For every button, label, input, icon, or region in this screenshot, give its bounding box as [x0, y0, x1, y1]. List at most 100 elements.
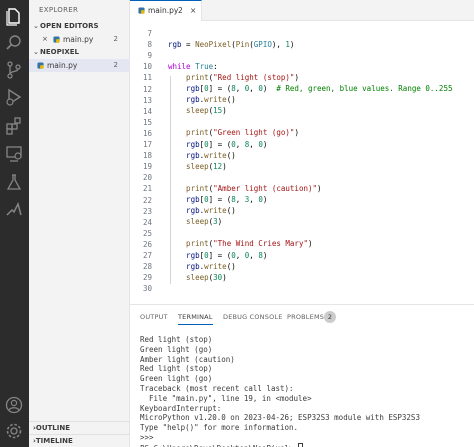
code-token: ) [262, 84, 277, 93]
code-token: rgb [168, 206, 200, 216]
line-number: 26 [142, 239, 152, 249]
account-icon[interactable] [4, 395, 24, 415]
line-number: 29 [142, 273, 152, 283]
outline-section[interactable]: ›OUTLINE [29, 421, 130, 434]
code-token: "Red light (stop)" [213, 72, 295, 82]
code-line[interactable]: print("Red light (stop)") [168, 72, 299, 83]
code-line[interactable]: rgb = NeoPixel(Pin(GPIO), 1) [168, 39, 294, 50]
code-token: rgb [168, 150, 200, 160]
code-token: print [168, 128, 209, 138]
tab-main-py[interactable]: main.py 2 × [130, 0, 202, 21]
line-number: 10 [142, 62, 152, 72]
code-line[interactable]: rgb.write() [168, 205, 236, 216]
extensions-icon[interactable] [4, 116, 24, 136]
code-token: NeoPixel [195, 39, 232, 49]
code-line[interactable]: print("The Wind Cries Mary") [168, 238, 312, 249]
tab-label: main.py [148, 6, 179, 15]
terminal-text: KeyboardInterrupt: [140, 403, 222, 413]
search-icon[interactable] [4, 33, 24, 53]
line-number: 18 [142, 151, 152, 161]
open-editors-section[interactable]: ⌄OPEN EDITORS [29, 20, 130, 33]
code-line[interactable]: sleep(30) [168, 272, 227, 283]
minimap[interactable] [468, 21, 474, 304]
open-editor-item-main-py[interactable]: × main.py 2 [29, 33, 130, 46]
open-editor-filename: main.py [63, 35, 94, 44]
folder-item-main-py[interactable]: main.py 2 [29, 59, 130, 72]
line-number: 16 [142, 128, 152, 138]
code-token: ] = ( [208, 250, 232, 260]
code-editor[interactable]: 7 8 9 10 11 12 13 14 15 16 17 18 19 20 21 22 23 24 25 26 27 2… [130, 21, 474, 304]
code-token: ) [222, 106, 227, 116]
code-token: , [235, 250, 245, 260]
code-token: sleep [168, 217, 209, 227]
code-token: , [249, 195, 259, 204]
code-line[interactable]: rgb[0] = (8, 3, 0) [168, 194, 267, 205]
neopixel-folder-section[interactable]: ⌄NEOPIXEL [29, 46, 130, 59]
terminal-text: Green light (go) [140, 374, 213, 384]
terminal-text: MicroPython v1.20.0 on 2023-04-26; ESP32… [140, 413, 420, 423]
code-token: GPIO [253, 39, 272, 49]
line-number-gutter: 7 8 9 10 11 12 13 14 15 16 17 18 19 20 21 22 23 24 25 26 27 2… [130, 21, 158, 304]
tab-debug-console[interactable]: DEBUG CONSOLE [223, 313, 283, 325]
line-number: 12 [142, 84, 152, 94]
python-icon[interactable] [4, 199, 24, 219]
indent-guide [170, 76, 171, 284]
code-line[interactable]: rgb.write() [168, 150, 236, 161]
code-token: print [168, 183, 209, 193]
outline-label: OUTLINE [35, 424, 71, 432]
code-line[interactable]: rgb.write() [168, 94, 236, 105]
testing-icon[interactable] [4, 172, 24, 192]
editor-tab-bar: main.py 2 × [130, 0, 474, 21]
terminal-text: Type "help()" for more information. [140, 423, 299, 433]
line-number: 14 [142, 106, 152, 116]
code-token: "Green light (go)" [213, 128, 295, 138]
code-token: : [213, 61, 218, 71]
activity-bar [0, 0, 29, 447]
code-token: , [249, 84, 259, 93]
remote-explorer-icon[interactable] [4, 144, 24, 164]
code-token: ) [317, 183, 322, 193]
terminal-text: Traceback (most recent call last): [140, 384, 294, 393]
code-line[interactable]: rgb[0] = (8, 0, 0) # Red, green, blue va… [168, 83, 452, 94]
code-line[interactable]: rgb[0] = (0, 8, 0) [168, 139, 267, 150]
line-number: 15 [142, 117, 152, 127]
chevron-down-icon: ⌄ [33, 22, 39, 30]
terminal-text: Red light (stop) [140, 364, 213, 374]
line-number: 22 [142, 195, 152, 205]
settings-gear-icon[interactable] [4, 421, 24, 441]
code-line[interactable]: rgb[0] = (0, 0, 8) [168, 250, 267, 261]
timeline-section[interactable]: ›TIMELINE [29, 434, 130, 447]
terminal-line: KeyboardInterrupt: [140, 404, 221, 414]
code-token: rgb [168, 39, 182, 49]
source-control-icon[interactable] [4, 60, 24, 80]
terminal-text: >>> [140, 433, 159, 442]
explorer-icon[interactable] [4, 6, 24, 26]
code-token: rgb [168, 261, 200, 271]
code-token: rgb [168, 195, 200, 204]
code-line[interactable]: print("Amber light (caution)") [168, 183, 322, 194]
close-icon[interactable]: × [190, 1, 196, 20]
code-token: () [226, 150, 236, 160]
code-line[interactable]: rgb.write() [168, 261, 236, 272]
tab-terminal[interactable]: TERMINAL [178, 313, 213, 325]
code-token: ) [294, 72, 299, 82]
code-token: () [226, 95, 236, 105]
code-token: ) [222, 161, 227, 171]
line-number: 13 [142, 95, 152, 105]
explorer-sidebar: EXPLORER ⌄OPEN EDITORS × main.py 2 ⌄NEOP… [29, 0, 130, 447]
code-line[interactable]: sleep(12) [168, 161, 227, 172]
close-icon[interactable]: × [42, 33, 48, 46]
code-line[interactable]: while True: [168, 61, 218, 72]
tab-output[interactable]: OUTPUT [140, 313, 168, 325]
code-token: "Amber light (caution)" [213, 183, 318, 193]
code-line[interactable]: print("Green light (go)") [168, 127, 299, 138]
code-line[interactable]: sleep(3) [168, 216, 222, 227]
terminal-line: Green light (go) [140, 374, 212, 384]
code-line[interactable]: sleep(15) [168, 105, 227, 116]
tab-problems[interactable]: PROBLEMS [287, 313, 324, 325]
terminal-line: Traceback (most recent call last): [140, 384, 294, 394]
terminal-text: File "main.py", line 19, in <module> [140, 393, 312, 403]
terminal-text: Red light (stop) [140, 335, 213, 344]
code-token: rgb [168, 250, 200, 260]
run-debug-icon[interactable] [4, 87, 24, 107]
